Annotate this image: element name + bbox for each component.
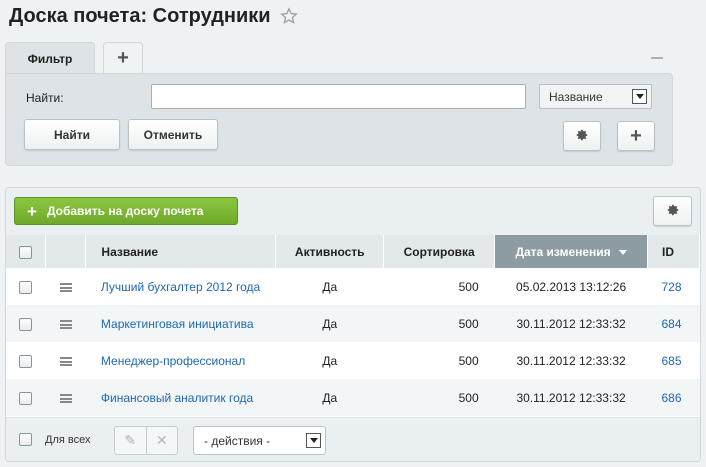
menu-icon[interactable] — [59, 356, 72, 366]
row-activity: Да — [322, 279, 338, 294]
add-to-board-button[interactable]: + Добавить на доску почета — [14, 197, 238, 225]
row-name-cell: Маркетинговая инициатива — [86, 305, 276, 342]
row-id-cell: 728 — [648, 268, 700, 305]
search-input[interactable] — [151, 84, 526, 109]
bulk-edit-group: ✎ ✕ — [114, 426, 178, 455]
cancel-button[interactable]: Отменить — [128, 119, 218, 150]
row-date: 30.11.2012 12:33:32 — [516, 353, 626, 368]
tab-filter[interactable]: Фильтр — [5, 42, 95, 74]
records-table: Название Активность Сортировка Дата изме… — [6, 235, 700, 416]
row-id-link[interactable]: 728 — [662, 280, 682, 294]
add-field-button[interactable]: + — [617, 121, 655, 151]
list-toolbar: + Добавить на доску почета — [6, 188, 700, 235]
row-checkbox[interactable] — [19, 391, 33, 405]
list-footer: Для всех ✎ ✕ - действия - — [6, 417, 700, 461]
menu-header — [45, 235, 87, 268]
chevron-down-icon — [306, 433, 321, 448]
row-id-link[interactable]: 685 — [662, 354, 682, 368]
row-date: 05.02.2013 13:12:26 — [516, 279, 627, 294]
add-tab-button[interactable]: + — [103, 42, 143, 74]
select-all-checkbox[interactable] — [19, 245, 33, 259]
row-checkbox[interactable] — [19, 317, 33, 331]
table-row: Лучший бухгалтер 2012 года Да 500 05.02.… — [6, 268, 700, 305]
menu-icon[interactable] — [59, 319, 72, 329]
column-header-date[interactable]: Дата изменения — [494, 235, 648, 268]
row-select-cell — [6, 268, 46, 305]
search-field-select[interactable]: Название — [539, 84, 652, 109]
actions-select-value: - действия - — [204, 433, 271, 448]
row-name-link[interactable]: Финансовый аналитик года — [101, 391, 253, 405]
row-select-cell — [6, 305, 46, 342]
row-select-cell — [6, 379, 46, 416]
row-id-link[interactable]: 686 — [662, 391, 682, 405]
column-header-name[interactable]: Название — [85, 235, 277, 268]
row-select-cell — [6, 342, 46, 379]
plus-icon: + — [27, 201, 37, 221]
add-to-board-label: Добавить на доску почета — [46, 204, 204, 218]
table-row: Менеджер-профессионал Да 500 30.11.2012 … — [6, 342, 700, 379]
collapse-icon[interactable] — [651, 57, 663, 59]
row-checkbox[interactable] — [19, 354, 33, 368]
row-id-cell: 684 — [648, 305, 700, 342]
row-id-link[interactable]: 684 — [662, 317, 682, 331]
filter-panel: Найти: Название Найти Отменить + — [5, 73, 673, 166]
filter-settings-button[interactable] — [563, 121, 601, 151]
row-id-cell: 686 — [648, 379, 700, 416]
column-header-activity[interactable]: Активность — [275, 235, 385, 268]
actions-select[interactable]: - действия - — [193, 426, 326, 455]
for-all-checkbox[interactable] — [19, 433, 32, 446]
row-activity: Да — [322, 390, 338, 405]
column-header-id[interactable]: ID — [647, 235, 700, 268]
row-sort: 500 — [458, 353, 479, 368]
row-menu-cell — [46, 379, 86, 416]
row-name-cell: Финансовый аналитик года — [86, 379, 276, 416]
close-icon[interactable]: ✕ — [147, 427, 178, 454]
column-header-sort[interactable]: Сортировка — [383, 235, 496, 268]
chevron-down-icon — [632, 89, 647, 104]
page-title: Доска почета: Сотрудники — [9, 4, 271, 27]
list-block: + Добавить на доску почета Название Акти… — [5, 187, 701, 462]
sort-desc-icon — [618, 249, 627, 255]
title-row: Доска почета: Сотрудники — [9, 3, 298, 29]
column-header-date-label: Дата изменения — [515, 244, 611, 259]
row-name-link[interactable]: Менеджер-профессионал — [101, 354, 245, 368]
row-name-link[interactable]: Лучший бухгалтер 2012 года — [101, 280, 260, 294]
row-name-link[interactable]: Маркетинговая инициатива — [101, 317, 254, 331]
row-name-cell: Лучший бухгалтер 2012 года — [86, 268, 276, 305]
row-menu-cell — [46, 342, 86, 379]
row-sort: 500 — [458, 390, 479, 405]
row-checkbox[interactable] — [19, 280, 33, 294]
row-menu-cell — [46, 305, 86, 342]
row-date: 30.11.2012 12:33:32 — [516, 390, 626, 405]
star-icon[interactable] — [279, 7, 298, 25]
row-sort: 500 — [458, 316, 479, 331]
search-field-select-value: Название — [549, 89, 603, 104]
find-label: Найти: — [26, 91, 64, 105]
menu-icon[interactable] — [59, 282, 72, 292]
row-sort: 500 — [458, 279, 479, 294]
row-menu-cell — [46, 268, 86, 305]
list-settings-button[interactable] — [653, 196, 692, 226]
for-all-label: Для всех — [45, 434, 91, 446]
find-button[interactable]: Найти — [24, 119, 120, 150]
row-name-cell: Менеджер-профессионал — [86, 342, 276, 379]
table-row: Финансовый аналитик года Да 500 30.11.20… — [6, 379, 700, 416]
row-activity: Да — [322, 353, 338, 368]
row-activity: Да — [322, 316, 338, 331]
select-all-header[interactable] — [6, 235, 47, 268]
gear-icon — [575, 128, 589, 145]
table-header-row: Название Активность Сортировка Дата изме… — [6, 235, 700, 268]
filter-tabs: Фильтр + — [5, 42, 143, 74]
menu-icon[interactable] — [59, 393, 72, 403]
pencil-icon[interactable]: ✎ — [115, 427, 147, 454]
row-date: 30.11.2012 12:33:32 — [516, 316, 626, 331]
gear-icon — [666, 203, 680, 220]
table-row: Маркетинговая инициатива Да 500 30.11.20… — [6, 305, 700, 342]
row-id-cell: 685 — [648, 342, 700, 379]
